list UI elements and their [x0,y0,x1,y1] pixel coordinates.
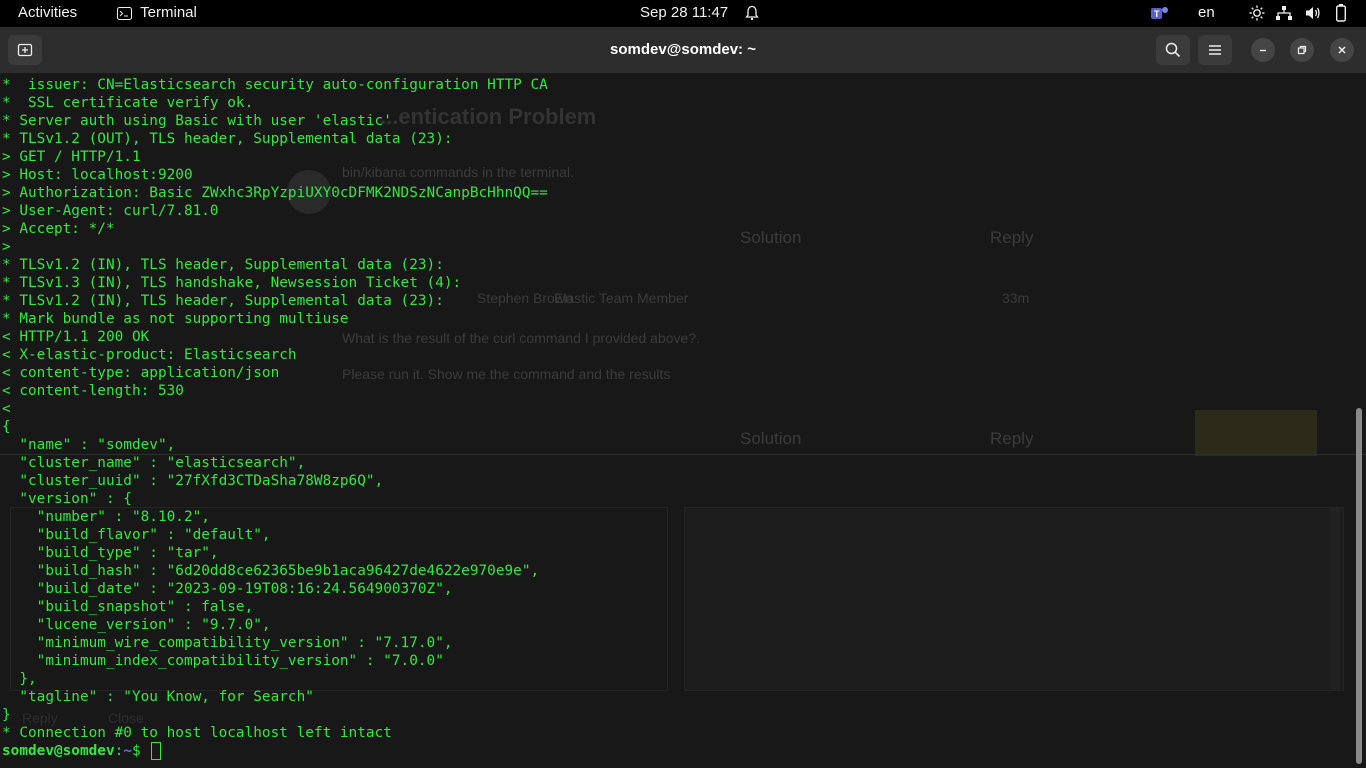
volume-icon[interactable] [1304,5,1322,25]
terminal-line: * SSL certificate verify ok. [2,95,254,111]
terminal-line: "build_type" : "tar", [2,545,219,561]
close-icon [1338,46,1346,54]
prompt-user: somdev@somdev [2,743,115,759]
terminal-line: * TLSv1.2 (OUT), TLS header, Supplementa… [2,131,453,147]
terminal-line: "name" : "somdev", [2,437,176,453]
terminal-line: < HTTP/1.1 200 OK [2,329,150,345]
ghost-solution-1: Solution [740,228,802,247]
search-button[interactable] [1156,35,1190,65]
terminal-view[interactable]: ...entication Problem bin/kibana command… [0,74,1366,768]
network-icon[interactable] [1275,5,1293,25]
close-button[interactable] [1330,38,1354,62]
terminal-line: * Server auth using Basic with user 'ela… [2,113,392,129]
prompt-symbol: $ [131,743,150,759]
terminal-line: "version" : { [2,491,132,507]
menu-button[interactable] [1198,35,1232,65]
restore-icon [1297,45,1307,55]
terminal-line: "build_hash" : "6d20dd8ce62365be9b1aca96… [2,563,540,579]
terminal-line: > Authorization: Basic ZWxhc3RpYzpiUXY0c… [2,185,548,201]
ghost-solution-2: Solution [740,429,802,448]
terminal-line: < content-type: application/json [2,365,280,381]
prompt-separator: : [114,743,124,759]
terminal-line: > GET / HTTP/1.1 [2,149,141,165]
terminal-line: "minimum_index_compatibility_version" : … [2,653,444,669]
terminal-line: "build_snapshot" : false, [2,599,254,615]
app-menu[interactable]: Terminal [117,4,197,21]
prompt-line[interactable]: somdev@somdev:~$ [2,742,548,760]
terminal-line: "build_date" : "2023-09-19T08:16:24.5649… [2,581,453,597]
terminal-line: "cluster_name" : "elasticsearch", [2,455,306,471]
terminal-line: > [2,239,11,255]
ghost-time: 33m [1002,290,1030,306]
terminal-icon [117,6,132,20]
top-bar: Activities Terminal Sep 28 11:47 T en [0,0,1366,27]
terminal-output: * issuer: CN=Elasticsearch security auto… [2,76,548,760]
minimize-icon [1260,49,1266,52]
terminal-line: > User-Agent: curl/7.81.0 [2,203,219,219]
maximize-button[interactable] [1290,38,1314,62]
terminal-line: { [2,419,11,435]
terminal-line: * TLSv1.2 (IN), TLS header, Supplemental… [2,257,444,273]
app-name: Terminal [140,4,197,21]
terminal-line: "cluster_uuid" : "27fXfd3CTDaSha78W8zp6Q… [2,473,384,489]
terminal-line: > Host: localhost:9200 [2,167,193,183]
text-cursor [151,742,162,760]
search-icon [1165,42,1181,58]
window-header: somdev@somdev: ~ [0,27,1366,74]
ghost-preview-box [684,507,1344,691]
terminal-line: > Accept: */* [2,221,115,237]
clock[interactable]: Sep 28 11:47 [640,4,728,21]
terminal-line: * Connection #0 to host localhost left i… [2,725,392,741]
terminal-line: }, [2,671,37,687]
ghost-role: Elastic Team Member [554,290,689,306]
language-indicator[interactable]: en [1198,4,1215,21]
terminal-line: < [2,401,11,417]
activities-button[interactable]: Activities [18,4,77,21]
ghost-reply-2: Reply [990,429,1034,448]
battery-icon[interactable] [1335,4,1347,26]
terminal-line: "tagline" : "You Know, for Search" [2,689,314,705]
terminal-line: "lucene_version" : "9.7.0", [2,617,271,633]
ghost-highlight [1195,410,1317,456]
bell-icon[interactable] [744,5,760,25]
terminal-line: "minimum_wire_compatibility_version" : "… [2,635,453,651]
terminal-line: "build_flavor" : "default", [2,527,271,543]
brightness-icon[interactable] [1249,5,1265,25]
teams-icon[interactable]: T [1151,5,1169,25]
terminal-line: * Mark bundle as not supporting multiuse [2,311,349,327]
terminal-line: * TLSv1.3 (IN), TLS handshake, Newsessio… [2,275,462,291]
terminal-line: * TLSv1.2 (IN), TLS header, Supplemental… [2,293,444,309]
terminal-line: < content-length: 530 [2,383,184,399]
terminal-line: } [2,707,11,723]
terminal-line: * issuer: CN=Elasticsearch security auto… [2,77,548,93]
scrollbar-thumb[interactable] [1356,408,1362,764]
terminal-line: "number" : "8.10.2", [2,509,210,525]
minimize-button[interactable] [1251,38,1275,62]
hamburger-icon [1209,45,1221,55]
scrollbar[interactable] [1354,96,1364,766]
ghost-reply-1: Reply [990,228,1034,247]
svg-text:T: T [1154,9,1160,19]
terminal-line: < X-elastic-product: Elasticsearch [2,347,297,363]
prompt-path: ~ [123,743,132,759]
ghost-preview-scroll [1330,507,1340,689]
